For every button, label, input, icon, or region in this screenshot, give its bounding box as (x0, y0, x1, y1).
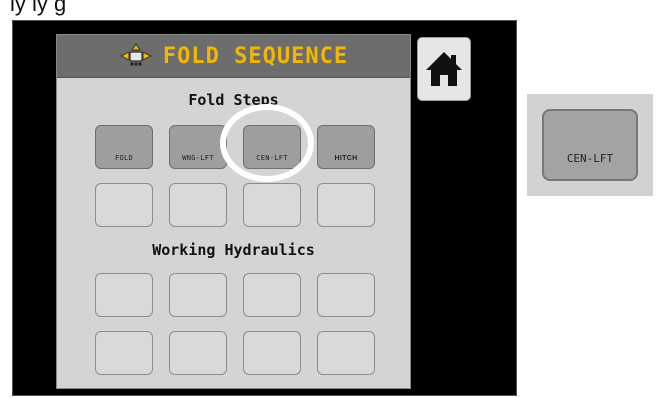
working-hydraulics-title: Working Hydraulics (152, 241, 315, 259)
caption-text: ly ly g (10, 0, 67, 16)
page-title: FOLD SEQUENCE (162, 43, 349, 69)
fold-step-empty-button[interactable] (95, 183, 153, 227)
fold-steps-title: Fold Steps (188, 91, 279, 109)
hydraulics-button[interactable] (317, 273, 375, 317)
home-button[interactable] (417, 37, 471, 101)
hydraulics-button[interactable] (317, 331, 375, 375)
fold-step-empty-button[interactable] (169, 183, 227, 227)
fold-step-button-wng-lft[interactable]: WNG-LFT (169, 125, 227, 169)
fold-step-label: CEN-LFT (256, 154, 288, 162)
fold-step-button-cen-lft[interactable]: CEN-LFT (243, 125, 301, 169)
fold-step-empty-button[interactable] (317, 183, 375, 227)
inset-label: CEN-LFT (566, 152, 614, 165)
fold-step-label: HITCH (334, 155, 358, 162)
fold-step-label: WNG-LFT (182, 154, 214, 162)
fold-step-button-hitch[interactable]: HITCH (317, 125, 375, 169)
hydraulics-button[interactable] (169, 273, 227, 317)
hydraulics-button[interactable] (243, 273, 301, 317)
hydraulics-button[interactable] (95, 331, 153, 375)
fold-step-button-fold[interactable]: FOLD (95, 125, 153, 169)
hydraulics-button[interactable] (95, 273, 153, 317)
fold-step-label: FOLD (114, 154, 134, 162)
panel-header: FOLD SEQUENCE (57, 35, 410, 78)
fold-machine-icon (119, 43, 153, 66)
inset-cen-lft-button: CEN-LFT (542, 109, 638, 181)
zoom-inset: CEN-LFT (527, 94, 653, 196)
fold-step-empty-button[interactable] (243, 183, 301, 227)
fold-sequence-panel: FOLD SEQUENCE Fold Steps FOLD WNG-LFT CE… (56, 34, 411, 389)
hydraulics-button[interactable] (169, 331, 227, 375)
home-icon (426, 52, 462, 86)
hydraulics-button[interactable] (243, 331, 301, 375)
